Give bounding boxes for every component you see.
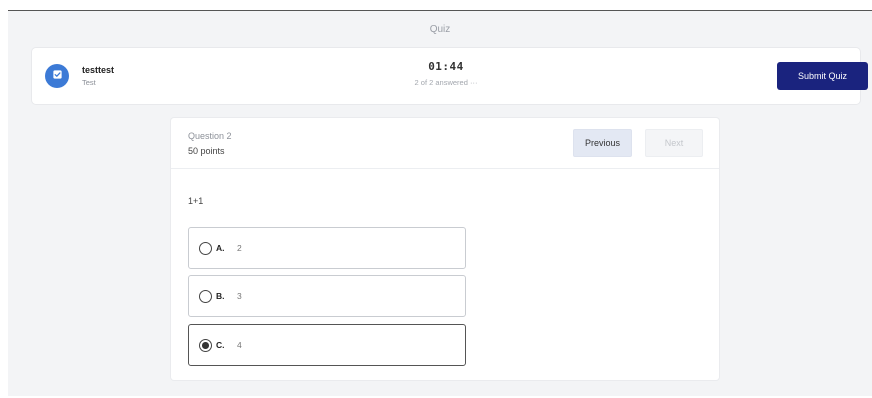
option-letter: B.	[216, 291, 225, 301]
option-c[interactable]: C. 4	[188, 324, 466, 366]
option-letter: C.	[216, 340, 225, 350]
submit-quiz-button[interactable]: Submit Quiz	[777, 62, 868, 90]
quiz-header: testtest Test 01:44 2 of 2 answered ··· …	[32, 48, 868, 104]
option-value: 2	[237, 243, 242, 253]
progress-text: 2 of 2 answered	[414, 78, 468, 87]
radio-button-selected[interactable]	[199, 339, 212, 352]
question-card: Question 2 50 points Previous Next 1+1 A…	[171, 118, 719, 380]
quiz-frame: Quiz testtest Test 01:44 2 of 2 answered…	[8, 10, 872, 396]
next-button[interactable]: Next	[645, 129, 703, 157]
page-title: Quiz	[429, 24, 451, 35]
option-letter: A.	[216, 243, 225, 253]
radio-button[interactable]	[199, 290, 212, 303]
radio-button[interactable]	[199, 242, 212, 255]
ellipsis-icon[interactable]: ···	[470, 78, 478, 87]
previous-button[interactable]: Previous	[573, 129, 632, 157]
option-value: 4	[237, 340, 242, 350]
option-b[interactable]: B. 3	[188, 275, 466, 317]
quiz-timer: 01:44	[428, 60, 464, 73]
question-number: Question 2	[188, 131, 232, 141]
divider	[171, 168, 719, 169]
progress-status: 2 of 2 answered ···	[32, 78, 860, 87]
question-text: 1+1	[188, 196, 204, 206]
option-a[interactable]: A. 2	[188, 227, 466, 269]
option-value: 3	[237, 291, 242, 301]
question-points: 50 points	[188, 146, 225, 156]
